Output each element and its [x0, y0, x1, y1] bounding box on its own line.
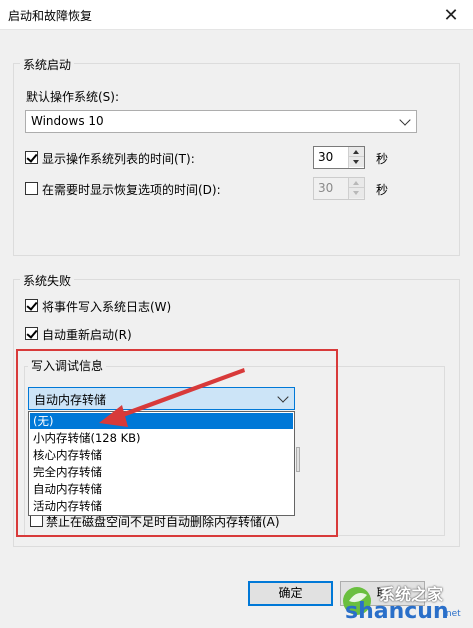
red-arrow-annotation — [99, 368, 245, 427]
watermark-logo: 系统之家 shancun .net — [335, 577, 473, 628]
arrow-shaft — [113, 368, 245, 420]
watermark-text: shancun — [345, 599, 449, 624]
watermark-suffix: .net — [443, 609, 461, 619]
arrow-head — [99, 405, 128, 427]
